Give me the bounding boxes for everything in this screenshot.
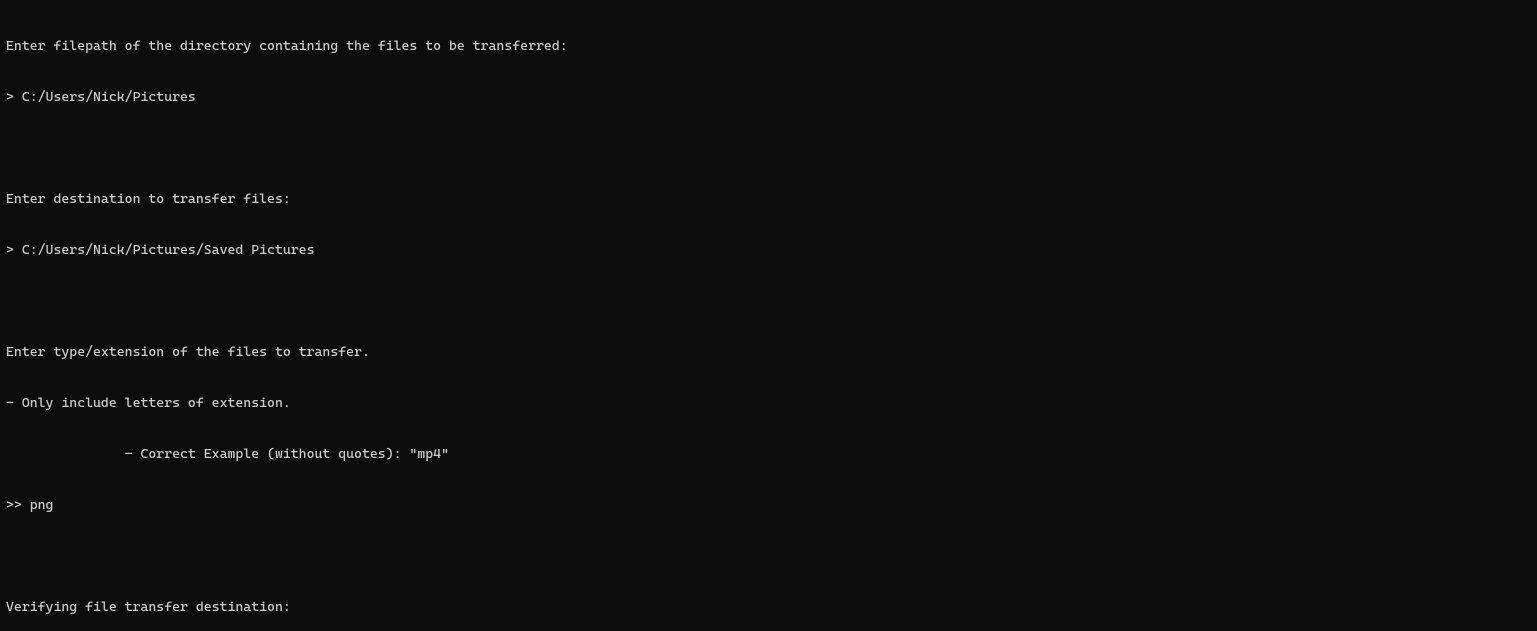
prompt-ext-label-1: Enter type/extension of the files to tra… bbox=[6, 344, 1531, 361]
prompt-dest-value: > C:/Users/Nick/Pictures/Saved Pictures bbox=[6, 242, 1531, 259]
prompt-ext-label-2: - Only include letters of extension. bbox=[6, 395, 1531, 412]
blank-line bbox=[6, 140, 1531, 157]
prompt-source-label: Enter filepath of the directory containi… bbox=[6, 38, 1531, 55]
prompt-source-value: > C:/Users/Nick/Pictures bbox=[6, 89, 1531, 106]
blank-line bbox=[6, 548, 1531, 565]
terminal-output[interactable]: Enter filepath of the directory containi… bbox=[0, 0, 1537, 631]
prompt-ext-value: >> png bbox=[6, 497, 1531, 514]
verify-1-label: Verifying file transfer destination: bbox=[6, 599, 1531, 616]
prompt-dest-label: Enter destination to transfer files: bbox=[6, 191, 1531, 208]
prompt-ext-label-3: - Correct Example (without quotes): "mp4… bbox=[6, 446, 1531, 463]
blank-line bbox=[6, 293, 1531, 310]
